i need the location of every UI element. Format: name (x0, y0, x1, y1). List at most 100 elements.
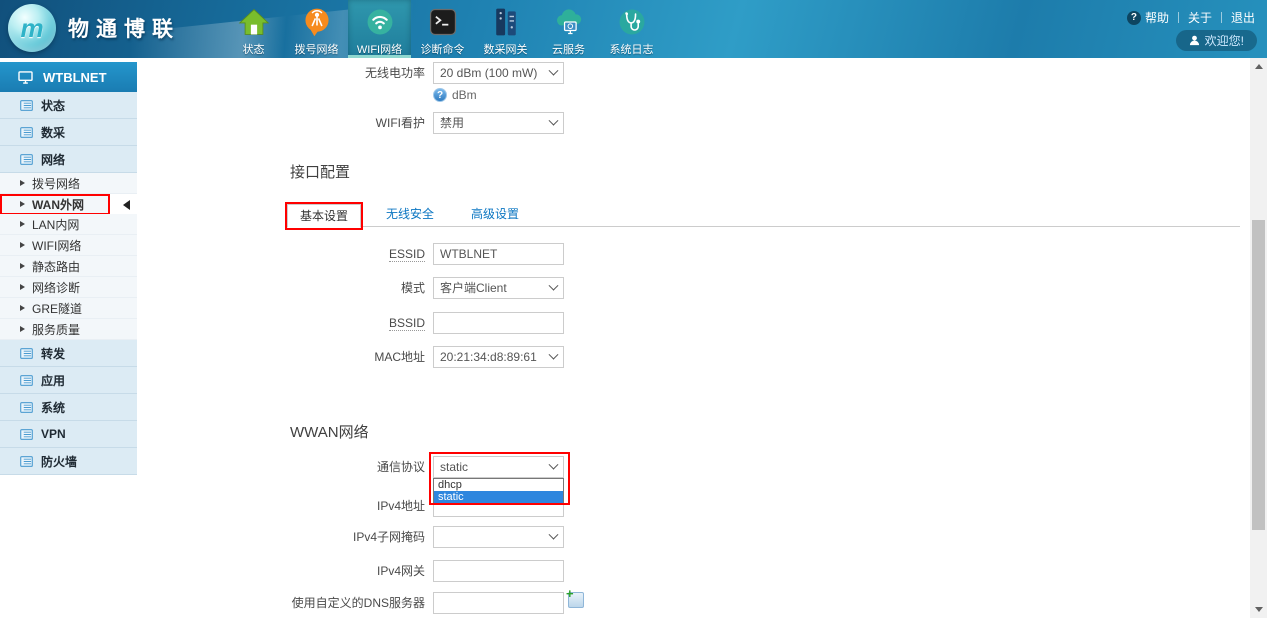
chevron-down-icon (549, 459, 559, 469)
add-dns-button[interactable]: + (568, 592, 584, 608)
sidebar-item-gre-tunnel[interactable]: GRE隧道 (0, 298, 137, 319)
app-window: m 物通博联 状态 拨号网络 WIFI网络 (0, 0, 1267, 618)
sidebar-item-status[interactable]: 状态 (0, 92, 137, 119)
sidebar-item-firewall[interactable]: 防火墙 (0, 448, 137, 475)
ipv4-address-label: IPv4地址 (137, 495, 425, 517)
chevron-down-icon (549, 529, 559, 539)
list-icon (20, 154, 33, 165)
monitor-icon (18, 71, 33, 84)
section-interface-title: 接口配置 (290, 161, 350, 182)
home-icon (237, 5, 271, 39)
divider (1178, 12, 1179, 23)
tab-wireless-security[interactable]: 无线安全 (374, 203, 446, 226)
custom-dns-input[interactable] (433, 592, 564, 614)
wifi-icon (363, 5, 397, 39)
wifi-watch-select[interactable]: 禁用 (433, 112, 564, 134)
mode-select[interactable]: 客户端Client (433, 277, 564, 299)
help-link[interactable]: ?帮助 (1127, 9, 1169, 26)
sidebar-item-data-collect[interactable]: 数采 (0, 119, 137, 146)
terminal-icon (426, 5, 460, 39)
protocol-option-static[interactable]: static (434, 491, 563, 503)
divider (1221, 12, 1222, 23)
nav-wifi-network[interactable]: WIFI网络 (348, 0, 411, 58)
sidebar-item-lan[interactable]: LAN内网 (0, 214, 137, 235)
nav-diagnostic-command[interactable]: 诊断命令 (411, 0, 474, 58)
section-wwan-title: WWAN网络 (290, 421, 369, 442)
sidebar-item-vpn[interactable]: VPN (0, 421, 137, 448)
chevron-down-icon (549, 280, 559, 290)
bssid-input[interactable] (433, 312, 564, 334)
ipv4-gateway-label: IPv4网关 (137, 560, 425, 582)
top-nav: 状态 拨号网络 WIFI网络 诊断命令 (222, 0, 663, 58)
tx-power-helper: ? dBm (433, 88, 477, 102)
help-icon[interactable]: ? (433, 88, 447, 102)
nav-status[interactable]: 状态 (222, 0, 285, 58)
about-link[interactable]: 关于 (1188, 9, 1212, 26)
caret-right-icon (20, 180, 25, 186)
mac-select[interactable]: 20:21:34:d8:89:61 (433, 346, 564, 368)
vertical-scrollbar[interactable] (1250, 58, 1267, 618)
sidebar: WTBLNET 状态 数采 网络 拨号网络 WAN外网 LAN内网 (0, 62, 137, 475)
chevron-down-icon (549, 65, 559, 75)
sidebar-item-wifi-network[interactable]: WIFI网络 (0, 235, 137, 256)
sidebar-item-network[interactable]: 网络 (0, 146, 137, 173)
tab-bar: 基本设置 无线安全 高级设置 (287, 203, 1240, 227)
arrow-down-icon (1255, 607, 1263, 612)
nav-system-log[interactable]: 系统日志 (600, 0, 663, 58)
header-links: ?帮助 关于 退出 (1127, 9, 1255, 26)
sidebar-device-title[interactable]: WTBLNET (0, 62, 137, 92)
wifi-watch-label: WIFI看护 (137, 112, 425, 134)
essid-input[interactable] (433, 243, 564, 265)
plus-icon: + (566, 586, 574, 601)
scroll-up-button[interactable] (1250, 58, 1267, 75)
caret-right-icon (20, 201, 25, 207)
gateway-server-icon (489, 5, 523, 39)
mode-label: 模式 (137, 277, 425, 299)
ipv4-netmask-select[interactable] (433, 526, 564, 548)
sidebar-item-qos[interactable]: 服务质量 (0, 319, 137, 340)
list-icon (20, 348, 33, 359)
stethoscope-icon (615, 5, 649, 39)
chevron-down-icon (549, 115, 559, 125)
list-icon (20, 375, 33, 386)
protocol-dropdown: dhcp static (433, 478, 564, 504)
caret-right-icon (20, 284, 25, 290)
list-icon (20, 456, 33, 467)
tab-basic-settings[interactable]: 基本设置 (287, 204, 361, 228)
protocol-select[interactable]: static (433, 456, 564, 478)
sidebar-item-application[interactable]: 应用 (0, 367, 137, 394)
sidebar-item-wan[interactable]: WAN外网 (0, 194, 110, 215)
sidebar-item-static-route[interactable]: 静态路由 (0, 256, 137, 277)
essid-label: ESSID (137, 243, 425, 265)
tx-power-select[interactable]: 20 dBm (100 mW) (433, 62, 564, 84)
nav-data-gateway[interactable]: 数采网关 (474, 0, 537, 58)
custom-dns-label: 使用自定义的DNS服务器 (137, 592, 425, 614)
chevron-down-icon (549, 349, 559, 359)
scroll-down-button[interactable] (1250, 601, 1267, 618)
tx-power-label: 无线电功率 (137, 62, 425, 84)
scrollbar-thumb[interactable] (1252, 220, 1265, 530)
list-icon (20, 127, 33, 138)
sidebar-item-dial-network[interactable]: 拨号网络 (0, 173, 137, 194)
welcome-badge[interactable]: 欢迎您! (1176, 30, 1257, 51)
logout-link[interactable]: 退出 (1231, 9, 1255, 26)
brand-logo: m 物通博联 (8, 4, 180, 52)
caret-right-icon (20, 326, 25, 332)
nav-dial-network[interactable]: 拨号网络 (285, 0, 348, 58)
ipv4-gateway-input[interactable] (433, 560, 564, 582)
sidebar-item-network-diagnostics[interactable]: 网络诊断 (0, 277, 137, 298)
mac-label: MAC地址 (137, 346, 425, 368)
sidebar-item-forwarding[interactable]: 转发 (0, 340, 137, 367)
caret-right-icon (20, 305, 25, 311)
sidebar-item-system[interactable]: 系统 (0, 394, 137, 421)
protocol-label: 通信协议 (137, 456, 425, 478)
logo-orb-icon: m (8, 4, 56, 52)
arrow-up-icon (1255, 64, 1263, 69)
header-bar: m 物通博联 状态 拨号网络 WIFI网络 (0, 0, 1267, 58)
tab-advanced-settings[interactable]: 高级设置 (459, 203, 531, 226)
protocol-option-dhcp[interactable]: dhcp (434, 479, 563, 491)
bssid-label: BSSID (137, 312, 425, 334)
nav-cloud-service[interactable]: 云服务 (537, 0, 600, 58)
user-icon (1189, 35, 1200, 46)
list-icon (20, 402, 33, 413)
